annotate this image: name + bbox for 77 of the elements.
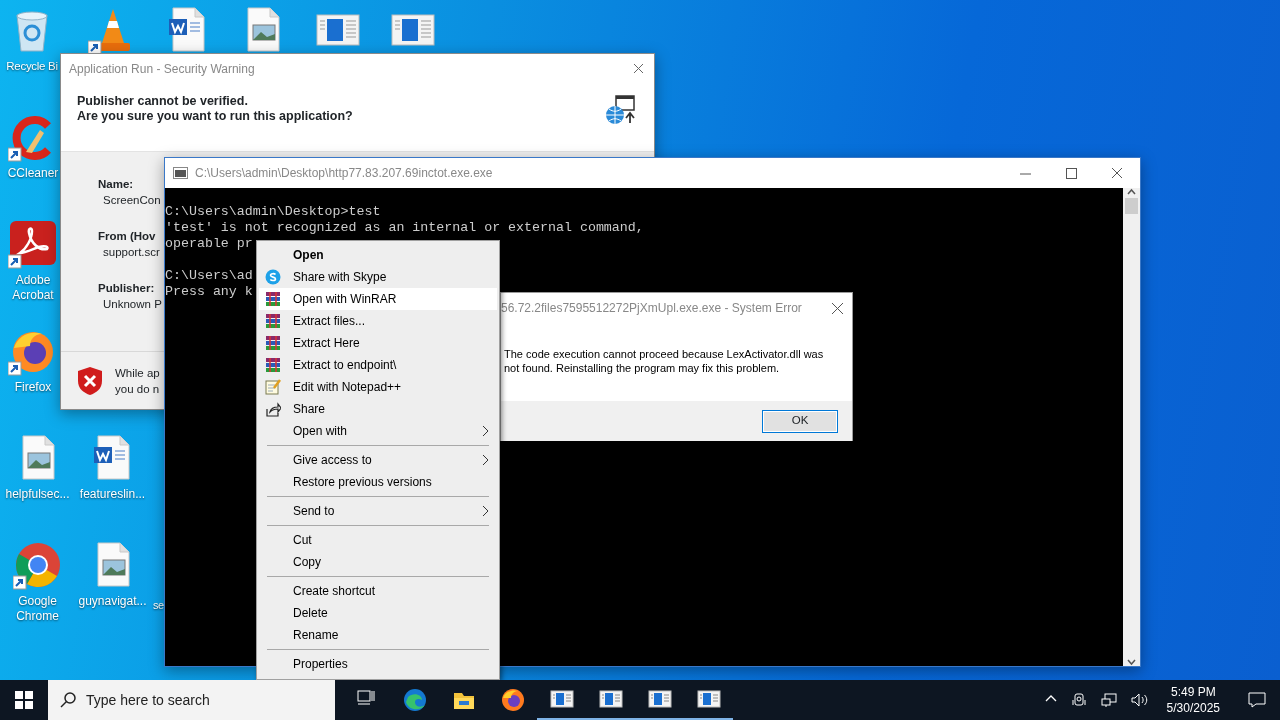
- acrobat-icon[interactable]: [8, 219, 58, 269]
- search-input[interactable]: Type here to search: [86, 689, 316, 711]
- menu-item[interactable]: Share with Skype: [259, 266, 497, 288]
- field-value: support.scr: [102, 245, 160, 260]
- console-line: operable pr: [165, 236, 253, 251]
- field-value: ScreenCon: [102, 193, 160, 208]
- error-message: The code execution cannot proceed because LexActivator.dll was not found. Reinstalling the program may fix this problem.: [504, 347, 825, 375]
- notepad-icon: [265, 379, 281, 395]
- books-icon: [265, 313, 281, 329]
- books-icon: [265, 357, 281, 373]
- skype-icon: [265, 269, 281, 285]
- menu-item[interactable]: Rename: [259, 624, 497, 646]
- console-icon: [173, 167, 188, 179]
- ok-button[interactable]: OK: [762, 409, 838, 433]
- menu-item[interactable]: Open with WinRAR: [259, 288, 497, 310]
- field-value: Unknown P: [102, 297, 160, 312]
- console-line: C:\Users\admin\Desktop>test: [165, 204, 381, 219]
- menu-item[interactable]: Share: [259, 398, 497, 420]
- chevron-right-icon: [482, 454, 489, 466]
- books-icon: [265, 335, 281, 351]
- search-field[interactable]: Type here to search: [48, 680, 335, 720]
- app-window-icon: [647, 687, 672, 711]
- close-icon[interactable]: [831, 301, 844, 315]
- headline: Publisher cannot be verified.: [77, 94, 249, 109]
- chrome-icon[interactable]: [12, 540, 63, 590]
- menu-item[interactable]: Open: [259, 244, 497, 266]
- menu-item[interactable]: Create shortcut: [259, 580, 497, 602]
- menu-item[interactable]: Cut: [259, 529, 497, 551]
- console-line: 'test' is not recognized as an internal or external command,: [165, 220, 644, 235]
- clock-time[interactable]: 5:49 PM: [1166, 684, 1220, 700]
- console-line: C:\Users\ad: [165, 268, 253, 283]
- menu-item[interactable]: Send to: [259, 500, 497, 522]
- network-icon[interactable]: [1100, 692, 1117, 708]
- notification-icon[interactable]: [1248, 692, 1266, 708]
- books-icon: [265, 291, 281, 307]
- app-window-icon: [598, 687, 623, 711]
- field-label: Publisher:: [98, 281, 156, 296]
- menu-item[interactable]: Extract Here: [259, 332, 497, 354]
- search-icon: [60, 692, 76, 708]
- globe-icon: [604, 94, 636, 126]
- scroll-thumb[interactable]: [1125, 198, 1138, 214]
- firefox-icon: [500, 688, 525, 712]
- menu-item[interactable]: Properties: [259, 653, 497, 675]
- scroll-up-icon[interactable]: [1127, 188, 1136, 196]
- app-window-icon: [549, 687, 574, 711]
- windows-start-icon[interactable]: [15, 691, 33, 709]
- field-label: From (Hov: [98, 229, 157, 244]
- app-window-icon: [696, 687, 721, 711]
- window-title: Application Run - Security Warning: [69, 60, 255, 78]
- clock-date[interactable]: 5/30/2025: [1166, 700, 1220, 716]
- warning-text: While ap: [115, 365, 160, 381]
- menu-item[interactable]: Open with: [259, 420, 497, 442]
- console-line: Press any k: [165, 284, 253, 299]
- chevron-right-icon: [482, 505, 489, 517]
- scrollbar[interactable]: [1123, 188, 1140, 666]
- maximize-icon[interactable]: [1065, 167, 1077, 179]
- device-icon[interactable]: [1070, 692, 1087, 708]
- menu-item[interactable]: Delete: [259, 602, 497, 624]
- window-title: 56.72.2files7595512272PjXmUpl.exe.exe - System Error: [501, 300, 802, 317]
- menu-item[interactable]: Extract to endpoint\: [259, 354, 497, 376]
- edge-icon: [402, 688, 427, 712]
- chevron-right-icon: [482, 425, 489, 437]
- shield-error-icon: [77, 365, 103, 396]
- close-icon[interactable]: [632, 62, 645, 75]
- menu-item[interactable]: Restore previous versions: [259, 471, 497, 493]
- share-icon: [265, 401, 281, 417]
- menu-item[interactable]: Edit with Notepad++: [259, 376, 497, 398]
- close-icon[interactable]: [1111, 167, 1123, 179]
- scroll-down-icon[interactable]: [1127, 658, 1136, 666]
- field-label: Name:: [98, 177, 135, 192]
- speaker-icon[interactable]: [1130, 692, 1149, 708]
- window-title: C:\Users\admin\Desktop\http77.83.207.69inctot.exe.exe: [195, 165, 493, 182]
- menu-item[interactable]: Extract files...: [259, 310, 497, 332]
- warning-text: you do n: [115, 381, 160, 397]
- menu-item[interactable]: Give access to: [259, 449, 497, 471]
- headline: Are you sure you want to run this application?: [77, 109, 353, 124]
- menu-item[interactable]: Copy: [259, 551, 497, 573]
